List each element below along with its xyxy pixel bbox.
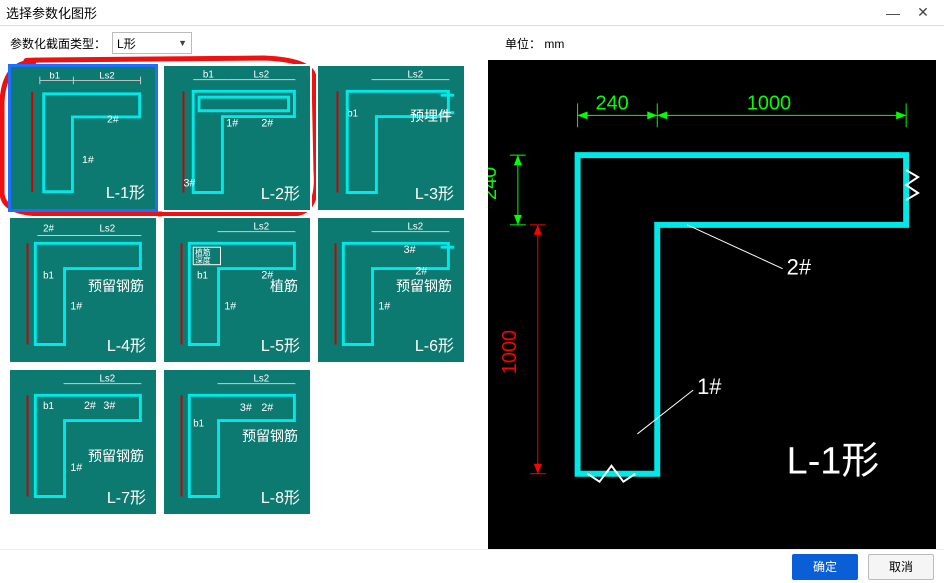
preview-pane: 240 1000 240 1000 2# 1# L-1形	[488, 60, 936, 549]
svg-text:1#: 1#	[82, 154, 94, 166]
svg-text:Ls2: Ls2	[408, 222, 424, 233]
type-label: 参数化截面类型：	[10, 35, 106, 52]
svg-text:b1: b1	[43, 401, 54, 412]
svg-text:b1: b1	[203, 70, 214, 81]
toolbar: 参数化截面类型： L形 ▼ 单位： mm	[0, 26, 944, 60]
type-select[interactable]: L形 ▼	[112, 32, 192, 54]
svg-text:1#: 1#	[378, 300, 390, 312]
svg-text:b1: b1	[43, 270, 54, 281]
shape-extra: 预留钢筋	[88, 276, 144, 296]
shape-thumb-l4[interactable]: 2# Ls2 b1 1# 预留钢筋 L-4形	[8, 216, 158, 364]
shape-grid: b1 Ls2 2# 1# L-1形 b1 Ls2 1# 2# 3#	[0, 60, 480, 549]
close-button[interactable]: ✕	[908, 2, 938, 24]
shape-name: L-1形	[106, 179, 145, 203]
shape-thumb-l3[interactable]: Ls2 b1 预埋件 L-3形	[316, 64, 466, 212]
svg-text:1#: 1#	[70, 462, 82, 474]
svg-text:2#: 2#	[84, 400, 96, 412]
shape-name: L-7形	[107, 484, 146, 508]
label-2: 2#	[787, 255, 812, 280]
svg-text:2#: 2#	[107, 114, 119, 126]
dim-240-top: 240	[596, 92, 629, 114]
svg-text:Ls2: Ls2	[100, 224, 116, 235]
shape-thumb-l6[interactable]: Ls2 3# 2# 1# 预留钢筋 L-6形	[316, 216, 466, 364]
svg-text:Ls2: Ls2	[99, 71, 114, 82]
chevron-down-icon: ▼	[178, 38, 187, 48]
shape-name: L-3形	[415, 180, 454, 204]
ok-button[interactable]: 确定	[792, 554, 858, 580]
shape-name: L-2形	[261, 180, 300, 204]
svg-text:b1: b1	[193, 418, 204, 429]
svg-text:b1: b1	[197, 270, 208, 281]
unit-display: 单位： mm	[505, 35, 564, 52]
window-title: 选择参数化图形	[6, 3, 878, 22]
shape-thumb-l5[interactable]: Ls2 植筋 深度 b1 2# 1# 植筋 L-5形	[162, 216, 312, 364]
type-value: L形	[117, 35, 136, 52]
svg-text:2#: 2#	[43, 224, 54, 235]
shape-extra: 预留钢筋	[396, 276, 452, 296]
dim-1000-left: 1000	[499, 330, 521, 374]
minimize-button[interactable]: —	[878, 2, 908, 24]
shape-name: L-5形	[261, 332, 300, 356]
shape-extra: 预留钢筋	[242, 426, 298, 446]
shape-thumb-l8[interactable]: Ls2 b1 3# 2# 预留钢筋 L-8形	[162, 368, 312, 516]
shape-thumb-l1[interactable]: b1 Ls2 2# 1# L-1形	[8, 64, 158, 212]
svg-text:3#: 3#	[103, 400, 115, 412]
svg-text:Ls2: Ls2	[254, 70, 270, 81]
svg-text:2#: 2#	[261, 402, 273, 414]
svg-text:Ls2: Ls2	[408, 70, 424, 81]
svg-text:Ls2: Ls2	[254, 222, 270, 233]
svg-text:1#: 1#	[224, 300, 236, 312]
shape-extra: 植筋	[270, 276, 298, 296]
label-1: 1#	[697, 374, 722, 399]
preview-name: L-1形	[787, 441, 880, 483]
shape-name: L-8形	[261, 484, 300, 508]
shape-name: L-4形	[107, 332, 146, 356]
svg-text:1#: 1#	[226, 117, 238, 129]
svg-text:b1: b1	[49, 71, 60, 82]
svg-text:Ls2: Ls2	[100, 374, 116, 385]
svg-text:深度: 深度	[195, 255, 211, 265]
shape-thumb-l7[interactable]: Ls2 b1 2# 3# 1# 预留钢筋 L-7形	[8, 368, 158, 516]
svg-text:3#: 3#	[404, 244, 416, 256]
shape-extra: 预埋件	[410, 106, 452, 126]
svg-text:2#: 2#	[261, 117, 273, 129]
svg-text:3#: 3#	[240, 402, 252, 414]
cancel-button[interactable]: 取消	[868, 554, 934, 580]
dim-240-left: 240	[488, 167, 501, 200]
svg-text:1#: 1#	[70, 300, 82, 312]
svg-text:Ls2: Ls2	[254, 374, 270, 385]
shape-extra: 预留钢筋	[88, 446, 144, 466]
dialog-footer: 确定 取消	[0, 549, 944, 583]
shape-name: L-6形	[415, 332, 454, 356]
dim-1000-top: 1000	[747, 92, 791, 114]
svg-text:b1: b1	[347, 109, 358, 120]
title-bar: 选择参数化图形 — ✕	[0, 0, 944, 26]
shape-thumb-l2[interactable]: b1 Ls2 1# 2# 3# L-2形	[162, 64, 312, 212]
svg-text:3#: 3#	[183, 178, 195, 190]
